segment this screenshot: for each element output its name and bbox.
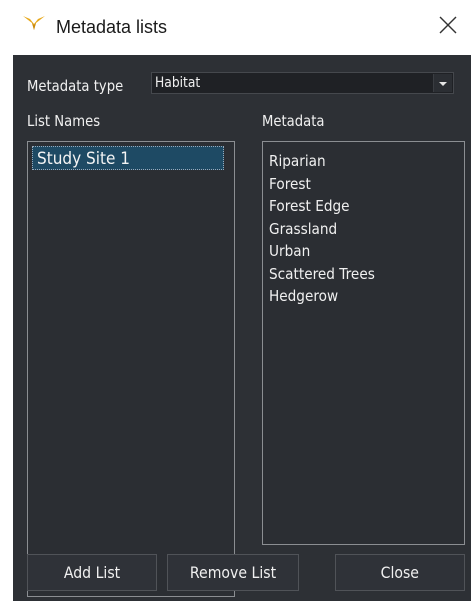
list-item-label: Study Site 1: [37, 149, 131, 169]
list-item[interactable]: Riparian: [269, 150, 375, 173]
metadata-lists-window: Metadata lists Metadata type Habitat Lis…: [0, 0, 471, 601]
remove-list-button-label: Remove List: [189, 563, 277, 582]
window-title: Metadata lists: [56, 17, 168, 37]
add-list-button-label: Add List: [63, 563, 121, 582]
close-button[interactable]: Close: [335, 554, 465, 591]
remove-list-button[interactable]: Remove List: [167, 554, 299, 591]
chevron-down-icon[interactable]: [433, 74, 452, 92]
dialog-body: Metadata type Habitat List Names Metadat…: [13, 55, 471, 601]
add-list-button[interactable]: Add List: [27, 554, 157, 591]
list-item[interactable]: Grassland: [269, 218, 375, 241]
list-item[interactable]: Forest: [269, 173, 375, 196]
metadata-type-label: Metadata type: [27, 77, 124, 95]
list-item[interactable]: Forest Edge: [269, 195, 375, 218]
list-names-listbox[interactable]: Study Site 1: [27, 141, 235, 597]
metadata-label: Metadata: [262, 112, 325, 130]
bird-logo-icon: [23, 16, 45, 30]
close-button-label: Close: [380, 563, 420, 582]
list-item[interactable]: Hedgerow: [269, 285, 375, 308]
metadata-items: Riparian Forest Forest Edge Grassland Ur…: [269, 150, 389, 308]
title-bar: Metadata lists: [0, 0, 471, 55]
metadata-type-select[interactable]: Habitat: [151, 72, 454, 94]
list-item-selected[interactable]: Study Site 1: [32, 146, 224, 170]
close-icon[interactable]: [435, 12, 461, 38]
metadata-listbox[interactable]: Riparian Forest Forest Edge Grassland Ur…: [262, 141, 465, 545]
list-item[interactable]: Urban: [269, 240, 375, 263]
list-item[interactable]: Scattered Trees: [269, 263, 375, 286]
list-names-label: List Names: [27, 112, 101, 130]
metadata-type-value: Habitat: [155, 75, 201, 91]
